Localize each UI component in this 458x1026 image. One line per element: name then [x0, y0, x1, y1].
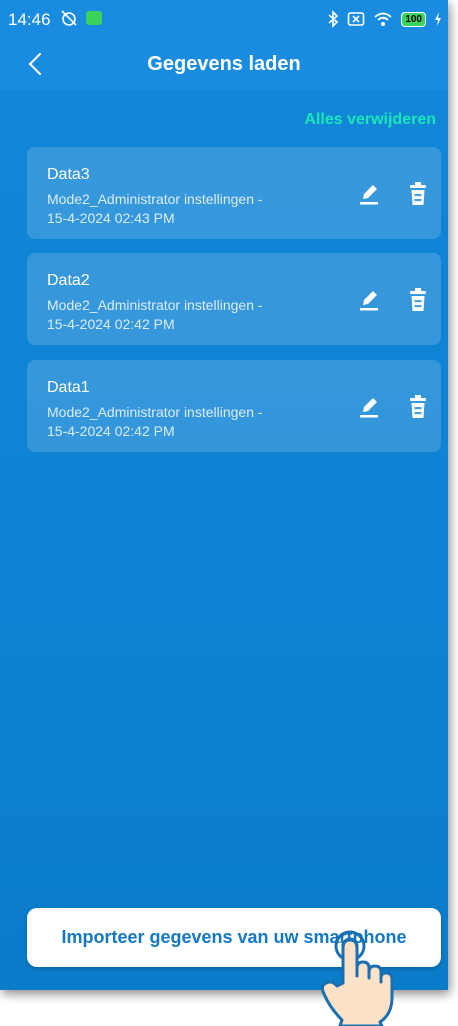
- item-subtitle: Mode2_Administrator instellingen - 15-4-…: [47, 296, 263, 334]
- phone-screen: 14:46 100 Gegevens laden Alles verwijder…: [0, 0, 448, 990]
- list-item[interactable]: Data2 Mode2_Administrator instellingen -…: [27, 253, 441, 345]
- list-item[interactable]: Data1 Mode2_Administrator instellingen -…: [27, 360, 441, 452]
- tap-hand-icon: [320, 930, 394, 1026]
- notification-app-icon: [86, 11, 102, 25]
- item-timestamp: 15-4-2024 02:42 PM: [47, 423, 175, 439]
- bluetooth-icon: [328, 10, 339, 28]
- item-description: Mode2_Administrator instellingen -: [47, 297, 263, 313]
- edit-button[interactable]: [357, 287, 381, 313]
- page-title: Gegevens laden: [147, 53, 301, 75]
- status-bar: 14:46 100: [0, 0, 448, 40]
- pencil-icon: [360, 185, 378, 205]
- item-subtitle: Mode2_Administrator instellingen - 15-4-…: [47, 403, 263, 441]
- sim-off-icon: [348, 12, 365, 26]
- trash-icon: [410, 395, 426, 418]
- delete-button[interactable]: [407, 394, 429, 420]
- delete-all-link[interactable]: Alles verwijderen: [304, 111, 436, 129]
- item-title: Data3: [47, 166, 90, 183]
- alarm-off-icon: [61, 10, 77, 26]
- status-time: 14:46: [8, 10, 51, 29]
- edit-button[interactable]: [357, 394, 381, 420]
- edit-button[interactable]: [357, 181, 381, 207]
- item-title: Data2: [47, 272, 90, 289]
- item-timestamp: 15-4-2024 02:43 PM: [47, 210, 175, 226]
- pencil-icon: [360, 398, 378, 418]
- status-icons-left: [60, 9, 102, 27]
- app-bar: Gegevens laden: [0, 40, 448, 90]
- list-item[interactable]: Data3 Mode2_Administrator instellingen -…: [27, 147, 441, 239]
- battery-icon: 100: [401, 11, 426, 27]
- item-title: Data1: [47, 379, 90, 396]
- item-timestamp: 15-4-2024 02:42 PM: [47, 316, 175, 332]
- item-subtitle: Mode2_Administrator instellingen - 15-4-…: [47, 190, 263, 228]
- item-description: Mode2_Administrator instellingen -: [47, 191, 263, 207]
- delete-button[interactable]: [407, 287, 429, 313]
- charging-icon: [435, 12, 441, 26]
- item-description: Mode2_Administrator instellingen -: [47, 404, 263, 420]
- delete-button[interactable]: [407, 181, 429, 207]
- pencil-icon: [360, 291, 378, 311]
- trash-icon: [410, 288, 426, 311]
- wifi-icon: [374, 12, 392, 26]
- trash-icon: [410, 182, 426, 205]
- status-icons-right: 100: [327, 10, 442, 28]
